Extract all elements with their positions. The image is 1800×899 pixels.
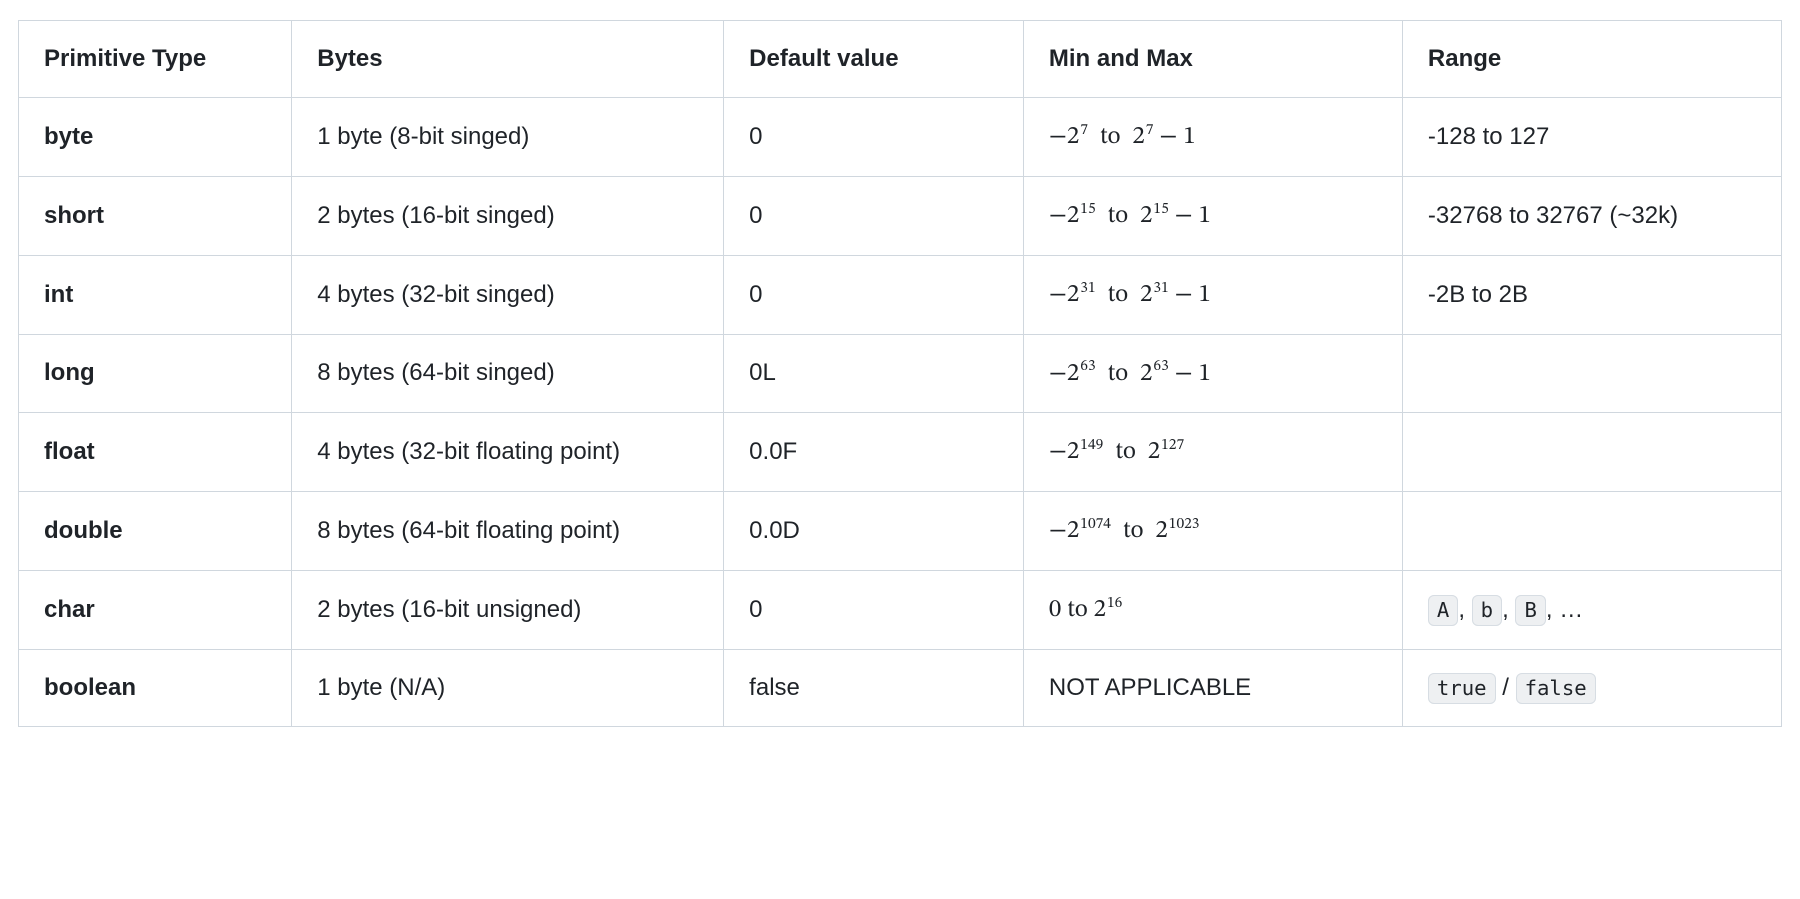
math-expr: 21074 to 21023 (1049, 518, 1200, 543)
table-body: byte 1 byte (8-bit singed) 0 27 to 27 − … (19, 98, 1782, 727)
cell-type: float (19, 413, 292, 492)
cell-range: A, b, B, … (1402, 570, 1781, 649)
cell-type: short (19, 177, 292, 256)
col-header-bytes: Bytes (292, 21, 724, 98)
table-row: boolean 1 byte (N/A) false NOT APPLICABL… (19, 649, 1782, 726)
code-chip: false (1516, 673, 1596, 704)
cell-default: 0 (724, 255, 1024, 334)
cell-default: 0.0F (724, 413, 1024, 492)
cell-bytes: 2 bytes (16-bit unsigned) (292, 570, 724, 649)
cell-type: byte (19, 98, 292, 177)
cell-default: 0 (724, 570, 1024, 649)
math-expr: 27 to 27 − 1 (1049, 124, 1196, 149)
cell-range (1402, 492, 1781, 571)
code-chip: true (1428, 673, 1496, 704)
col-header-default: Default value (724, 21, 1024, 98)
table-row: long 8 bytes (64-bit singed) 0L 263 to 2… (19, 334, 1782, 413)
cell-range (1402, 413, 1781, 492)
cell-bytes: 2 bytes (16-bit singed) (292, 177, 724, 256)
primitive-types-table: Primitive Type Bytes Default value Min a… (18, 20, 1782, 727)
table-header-row: Primitive Type Bytes Default value Min a… (19, 21, 1782, 98)
cell-default: 0 (724, 177, 1024, 256)
cell-bytes: 8 bytes (64-bit singed) (292, 334, 724, 413)
cell-range (1402, 334, 1781, 413)
cell-minmax: 231 to 231 − 1 (1023, 255, 1402, 334)
page: Primitive Type Bytes Default value Min a… (0, 0, 1800, 747)
cell-default: false (724, 649, 1024, 726)
math-expr: 2149 to 2127 (1049, 439, 1184, 464)
cell-range: true / false (1402, 649, 1781, 726)
col-header-type: Primitive Type (19, 21, 292, 98)
table-row: short 2 bytes (16-bit singed) 0 215 to 2… (19, 177, 1782, 256)
table-row: int 4 bytes (32-bit singed) 0 231 to 231… (19, 255, 1782, 334)
table-row: char 2 bytes (16-bit unsigned) 0 0 to 21… (19, 570, 1782, 649)
code-chip: B (1515, 595, 1545, 626)
cell-minmax: 2149 to 2127 (1023, 413, 1402, 492)
cell-minmax: 27 to 27 − 1 (1023, 98, 1402, 177)
cell-default: 0L (724, 334, 1024, 413)
cell-minmax: 215 to 215 − 1 (1023, 177, 1402, 256)
col-header-minmax: Min and Max (1023, 21, 1402, 98)
cell-minmax: 0 to 216 (1023, 570, 1402, 649)
cell-type: char (19, 570, 292, 649)
math-expr: 231 to 231 − 1 (1049, 282, 1211, 307)
cell-range: -32768 to 32767 (~32k) (1402, 177, 1781, 256)
cell-type: double (19, 492, 292, 571)
cell-type: long (19, 334, 292, 413)
cell-minmax: NOT APPLICABLE (1023, 649, 1402, 726)
cell-default: 0 (724, 98, 1024, 177)
code-chip: b (1472, 595, 1502, 626)
math-expr: 0 to 216 (1049, 597, 1122, 622)
cell-range: -128 to 127 (1402, 98, 1781, 177)
cell-bytes: 4 bytes (32-bit singed) (292, 255, 724, 334)
col-header-range: Range (1402, 21, 1781, 98)
cell-bytes: 4 bytes (32-bit floating point) (292, 413, 724, 492)
cell-bytes: 1 byte (N/A) (292, 649, 724, 726)
cell-bytes: 8 bytes (64-bit floating point) (292, 492, 724, 571)
table-row: float 4 bytes (32-bit floating point) 0.… (19, 413, 1782, 492)
cell-minmax: 263 to 263 − 1 (1023, 334, 1402, 413)
cell-range: -2B to 2B (1402, 255, 1781, 334)
table-row: double 8 bytes (64-bit floating point) 0… (19, 492, 1782, 571)
code-chip: A (1428, 595, 1458, 626)
math-expr: 263 to 263 − 1 (1049, 361, 1211, 386)
cell-bytes: 1 byte (8-bit singed) (292, 98, 724, 177)
cell-minmax: 21074 to 21023 (1023, 492, 1402, 571)
math-expr: 215 to 215 − 1 (1049, 203, 1211, 228)
table-row: byte 1 byte (8-bit singed) 0 27 to 27 − … (19, 98, 1782, 177)
cell-default: 0.0D (724, 492, 1024, 571)
cell-type: boolean (19, 649, 292, 726)
cell-type: int (19, 255, 292, 334)
